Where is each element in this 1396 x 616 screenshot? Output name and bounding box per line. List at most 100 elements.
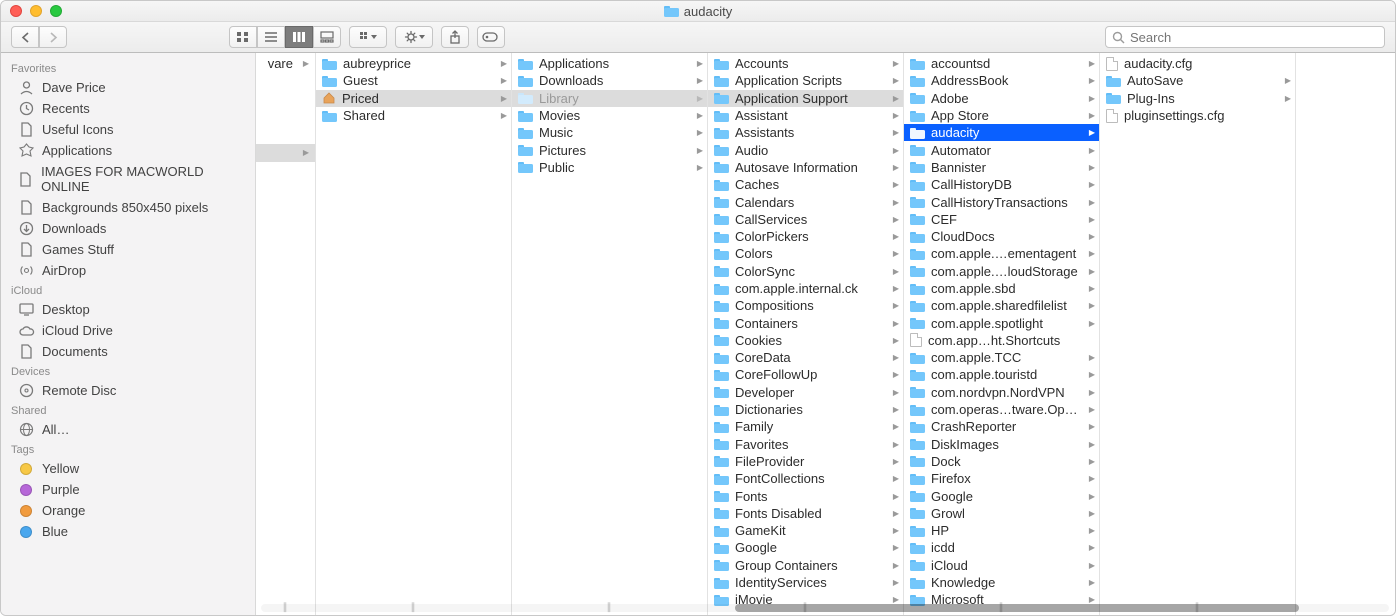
folder-row[interactable]: com.nordvpn.NordVPN▶ <box>904 384 1099 401</box>
folder-row[interactable]: CoreData▶ <box>708 349 903 366</box>
file-row[interactable]: audacity.cfg <box>1100 55 1295 72</box>
folder-row[interactable]: CrashReporter▶ <box>904 418 1099 435</box>
sidebar-item[interactable]: Useful Icons <box>1 119 255 140</box>
folder-row[interactable]: Favorites▶ <box>708 436 903 453</box>
column-browser[interactable]: vare▶▶∥aubreyprice▶Guest▶Priced▶Shared▶∥… <box>256 53 1395 615</box>
gallery-view-button[interactable] <box>313 26 341 48</box>
folder-row[interactable]: Compositions▶ <box>708 297 903 314</box>
folder-row[interactable]: CoreFollowUp▶ <box>708 366 903 383</box>
sidebar[interactable]: FavoritesDave PriceRecentsUseful IconsAp… <box>1 53 256 615</box>
folder-row[interactable]: Priced▶ <box>316 90 511 107</box>
back-button[interactable] <box>11 26 39 48</box>
folder-row[interactable]: Dictionaries▶ <box>708 401 903 418</box>
folder-row[interactable]: Guest▶ <box>316 72 511 89</box>
folder-row[interactable]: Bannister▶ <box>904 159 1099 176</box>
folder-row[interactable]: iCloud▶ <box>904 557 1099 574</box>
folder-row[interactable]: Movies▶ <box>512 107 707 124</box>
share-button[interactable] <box>441 26 469 48</box>
folder-row[interactable]: CallHistoryDB▶ <box>904 176 1099 193</box>
folder-row[interactable]: CallServices▶ <box>708 211 903 228</box>
sidebar-item[interactable]: Yellow <box>1 458 255 479</box>
folder-row[interactable]: Autosave Information▶ <box>708 159 903 176</box>
column[interactable]: audacity.cfgAutoSave▶Plug-Ins▶pluginsett… <box>1100 53 1296 615</box>
folder-row[interactable]: icdd▶ <box>904 539 1099 556</box>
folder-row[interactable]: com.apple.…ementagent▶ <box>904 245 1099 262</box>
list-view-button[interactable] <box>257 26 285 48</box>
folder-row[interactable]: IdentityServices▶ <box>708 574 903 591</box>
folder-row[interactable]: com.operas…tware.Opera▶ <box>904 401 1099 418</box>
folder-row[interactable]: Colors▶ <box>708 245 903 262</box>
sidebar-item[interactable]: Blue <box>1 521 255 542</box>
column[interactable]: Accounts▶Application Scripts▶Application… <box>708 53 904 615</box>
sidebar-item[interactable]: All… <box>1 419 255 440</box>
folder-row[interactable]: FileProvider▶ <box>708 453 903 470</box>
folder-row[interactable]: CloudDocs▶ <box>904 228 1099 245</box>
minimize-window-button[interactable] <box>30 5 42 17</box>
action-button[interactable] <box>395 26 433 48</box>
search-field[interactable] <box>1105 26 1385 48</box>
file-row[interactable]: pluginsettings.cfg <box>1100 107 1295 124</box>
sidebar-item[interactable]: Recents <box>1 98 255 119</box>
folder-row[interactable]: ColorSync▶ <box>708 263 903 280</box>
folder-row[interactable]: Application Support▶ <box>708 90 903 107</box>
folder-row[interactable]: vare▶ <box>256 55 315 72</box>
close-window-button[interactable] <box>10 5 22 17</box>
folder-row[interactable]: Adobe▶ <box>904 90 1099 107</box>
folder-row[interactable]: com.apple.internal.ck▶ <box>708 280 903 297</box>
folder-row[interactable]: Automator▶ <box>904 141 1099 158</box>
folder-row[interactable]: Fonts Disabled▶ <box>708 505 903 522</box>
folder-row[interactable]: App Store▶ <box>904 107 1099 124</box>
folder-row[interactable]: Assistants▶ <box>708 124 903 141</box>
folder-row[interactable]: com.apple.sbd▶ <box>904 280 1099 297</box>
sidebar-item[interactable]: Games Stuff <box>1 239 255 260</box>
folder-row[interactable]: Plug-Ins▶ <box>1100 90 1295 107</box>
folder-row[interactable]: Public▶ <box>512 159 707 176</box>
sidebar-item[interactable]: Orange <box>1 500 255 521</box>
sidebar-item[interactable]: Backgrounds 850x450 pixels <box>1 197 255 218</box>
column[interactable]: vare▶▶∥ <box>256 53 316 615</box>
sidebar-item[interactable]: Documents <box>1 341 255 362</box>
folder-row[interactable]: CEF▶ <box>904 211 1099 228</box>
folder-row[interactable]: Caches▶ <box>708 176 903 193</box>
folder-row[interactable]: FontCollections▶ <box>708 470 903 487</box>
folder-row[interactable]: Growl▶ <box>904 505 1099 522</box>
sidebar-item[interactable]: Applications <box>1 140 255 161</box>
folder-row[interactable]: com.apple.…loudStorage▶ <box>904 263 1099 280</box>
folder-row[interactable]: Applications▶ <box>512 55 707 72</box>
folder-row[interactable]: Assistant▶ <box>708 107 903 124</box>
folder-row[interactable]: Audio▶ <box>708 141 903 158</box>
horizontal-scrollbar[interactable] <box>261 604 1389 612</box>
folder-row[interactable]: Music▶ <box>512 124 707 141</box>
folder-row[interactable]: Dock▶ <box>904 453 1099 470</box>
folder-row[interactable]: Google▶ <box>708 539 903 556</box>
folder-row[interactable]: com.apple.sharedfilelist▶ <box>904 297 1099 314</box>
folder-row[interactable]: audacity▶ <box>904 124 1099 141</box>
search-input[interactable] <box>1130 30 1378 45</box>
sidebar-item[interactable]: AirDrop <box>1 260 255 281</box>
icon-view-button[interactable] <box>229 26 257 48</box>
folder-row[interactable]: Calendars▶ <box>708 193 903 210</box>
folder-row[interactable]: AddressBook▶ <box>904 72 1099 89</box>
folder-row[interactable]: AutoSave▶ <box>1100 72 1295 89</box>
folder-row[interactable]: Downloads▶ <box>512 72 707 89</box>
folder-row[interactable]: Group Containers▶ <box>708 557 903 574</box>
sidebar-item[interactable]: Dave Price <box>1 77 255 98</box>
folder-row[interactable]: Application Scripts▶ <box>708 72 903 89</box>
zoom-window-button[interactable] <box>50 5 62 17</box>
folder-row[interactable]: Fonts▶ <box>708 487 903 504</box>
file-row[interactable]: com.app…ht.Shortcuts <box>904 332 1099 349</box>
folder-row[interactable]: CallHistoryTransactions▶ <box>904 193 1099 210</box>
folder-row[interactable]: com.apple.touristd▶ <box>904 366 1099 383</box>
titlebar[interactable]: audacity <box>1 1 1395 22</box>
column[interactable]: accountsd▶AddressBook▶Adobe▶App Store▶au… <box>904 53 1100 615</box>
column[interactable]: aubreyprice▶Guest▶Priced▶Shared▶∥ <box>316 53 512 615</box>
folder-row[interactable]: Shared▶ <box>316 107 511 124</box>
folder-row[interactable]: Containers▶ <box>708 314 903 331</box>
folder-row[interactable]: Cookies▶ <box>708 332 903 349</box>
edit-tags-button[interactable] <box>477 26 505 48</box>
folder-row[interactable]: aubreyprice▶ <box>316 55 511 72</box>
folder-row[interactable]: Pictures▶ <box>512 141 707 158</box>
folder-row[interactable]: Firefox▶ <box>904 470 1099 487</box>
sidebar-item[interactable]: Remote Disc <box>1 380 255 401</box>
forward-button[interactable] <box>39 26 67 48</box>
